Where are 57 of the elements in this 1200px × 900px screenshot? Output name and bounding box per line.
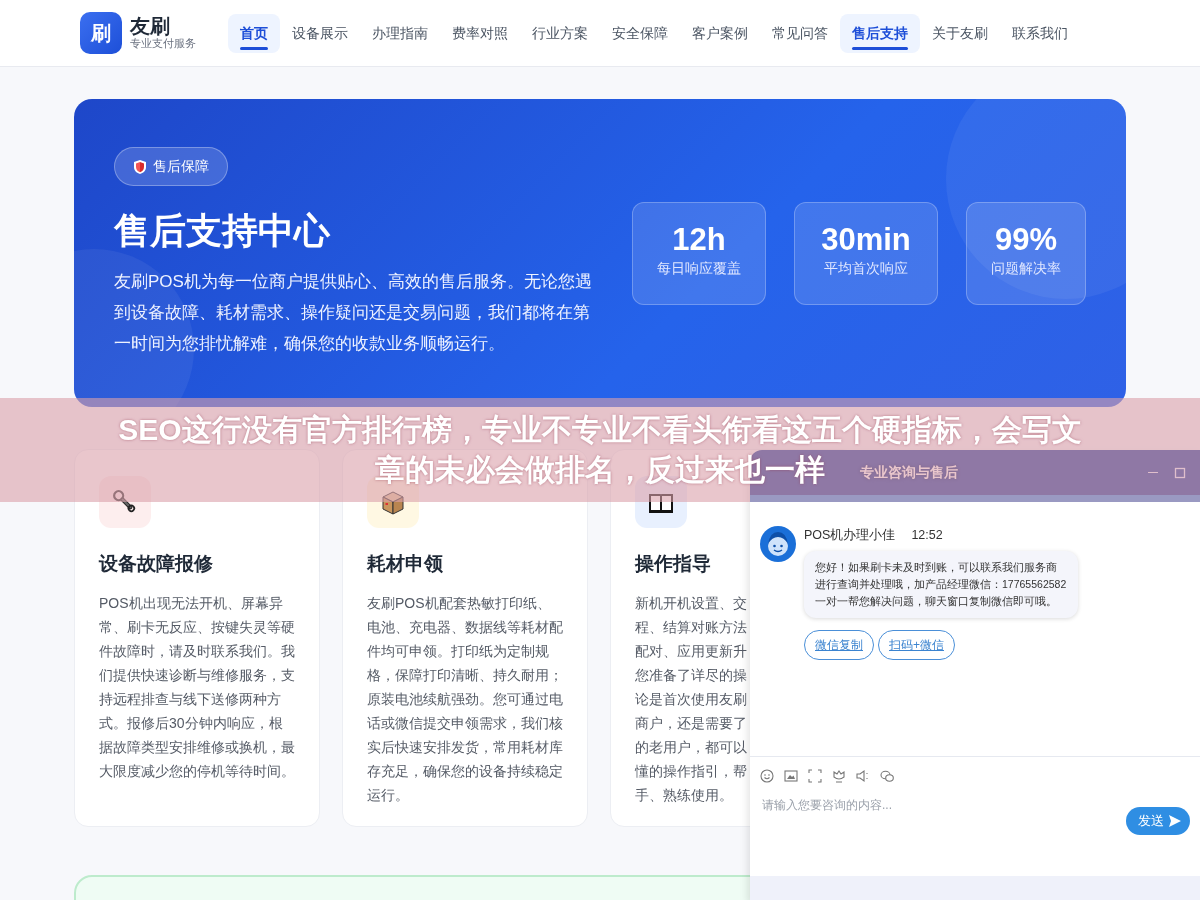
chat-title: 专业咨询与售后 [860, 463, 958, 482]
service-description-line: 手、熟练使用。 [635, 785, 733, 805]
nav-link[interactable]: 客户案例 [680, 13, 760, 53]
stat-value: 12h [671, 221, 727, 259]
nav-link[interactable]: 设备展示 [280, 13, 360, 53]
nav-link[interactable]: 安全保障 [600, 13, 680, 53]
nav-link[interactable]: 首页 [228, 13, 280, 53]
agent-avatar-icon [760, 526, 796, 562]
nav-link[interactable]: 行业方案 [520, 13, 600, 53]
service-description-line: 配对、应用更新升 [635, 641, 747, 661]
hero-badge: 售后保障 [114, 147, 228, 186]
shield-icon [133, 158, 147, 175]
service-title: 设备故障报修 [99, 552, 213, 576]
image-icon[interactable] [784, 769, 798, 783]
hero-title: 售后支持中心 [114, 209, 331, 253]
flower-icon[interactable] [832, 769, 846, 783]
wechat-icon[interactable] [880, 769, 894, 783]
service-title: 耗材申领 [367, 552, 443, 576]
brand-name: 友刷 [130, 15, 171, 38]
stat-label: 问题解决率 [990, 259, 1062, 279]
stat-label: 平均首次响应 [823, 259, 909, 279]
banner-title-line: SEO这行没有官方排行榜，专业不专业不看头衔看这五个硬指标，会写文 [118, 412, 1082, 448]
send-icon [1168, 813, 1182, 828]
service-description-line: 商户，还是需要了 [635, 713, 747, 733]
nav-link[interactable]: 常见问答 [760, 13, 840, 53]
agent-name: POS机办理小佳 [804, 527, 896, 544]
service-description-line: 论是首次使用友刷 [635, 689, 747, 709]
nav-link[interactable]: 费率对照 [440, 13, 520, 53]
nav-link[interactable]: 售后支持 [840, 13, 920, 53]
nav-link[interactable]: 关于友刷 [920, 13, 1000, 53]
service-description-line: 的老用户，都可以 [635, 737, 747, 757]
brand-tagline: 专业支付服务 [130, 37, 196, 51]
minimize-icon [1148, 471, 1158, 474]
nav-link[interactable]: 办理指南 [360, 13, 440, 53]
service-description: POS机出现无法开机、屏幕异常、刷卡无反应、按键失灵等硬件故障时，请及时联系我们。我们提供快速诊断与维修服务，支持远程排查与线下送修两种方式。报修后30分钟内响应，根据故障类型安排维修或换机，最大限度减少您的停机等待时间。 [99, 593, 295, 781]
screenshot-icon[interactable] [808, 769, 822, 783]
service-description-line: 懂的操作指引，帮 [635, 761, 747, 781]
service-title: 操作指导 [635, 552, 711, 576]
banner-title-line: 章的未必会做排名，反过来也一样 [375, 452, 825, 488]
logo-icon[interactable]: 刷 [80, 12, 122, 54]
nav-link[interactable]: 联系我们 [1000, 13, 1080, 53]
hero-description: 友刷POS机为每一位商户提供贴心、高效的售后服务。无论您遇到设备故障、耗材需求、操作疑问还是交易问题，我们都将在第一时间为您排忧解难，确保您的收款业务顺畅运行。 [114, 271, 593, 355]
emoji-icon[interactable] [760, 769, 774, 783]
stat-value: 99% [993, 221, 1058, 259]
chat-action-link[interactable]: 扫码+微信 [878, 629, 955, 660]
speaker-icon[interactable] [856, 769, 870, 783]
message-time: 12:52 [911, 527, 943, 544]
maximize-icon [1174, 466, 1186, 479]
stat-value: 30min [820, 221, 912, 259]
stat-label: 每日响应覆盖 [656, 259, 742, 279]
chat-message: 您好！如果刷卡未及时到账，可以联系我们服务商进行查询并处理哦，加产品经理微信：17765562582 一对一帮您解决问题，聊天窗口复制微信即可哦。 [804, 550, 1078, 618]
chat-action-link[interactable]: 微信复制 [804, 629, 874, 660]
message-input[interactable]: 请输入您要咨询的内容... [760, 795, 1060, 815]
service-description-line: 新机开机设置、交 [635, 593, 747, 613]
service-description: 友刷POS机配套热敏打印纸、电池、充电器、数据线等耗材配件均可申领。打印纸为定制规格，保障打印清晰、持久耐用；原装电池续航强劲。您可通过电话或微信提交申领需求，我们核实后快速安排发货，常用耗材库存充足，确保您的设备持续稳定运行。 [367, 593, 563, 805]
service-description-line: 程、结算对账方法 [635, 617, 747, 637]
service-description-line: 您准备了详尽的操 [635, 665, 747, 685]
